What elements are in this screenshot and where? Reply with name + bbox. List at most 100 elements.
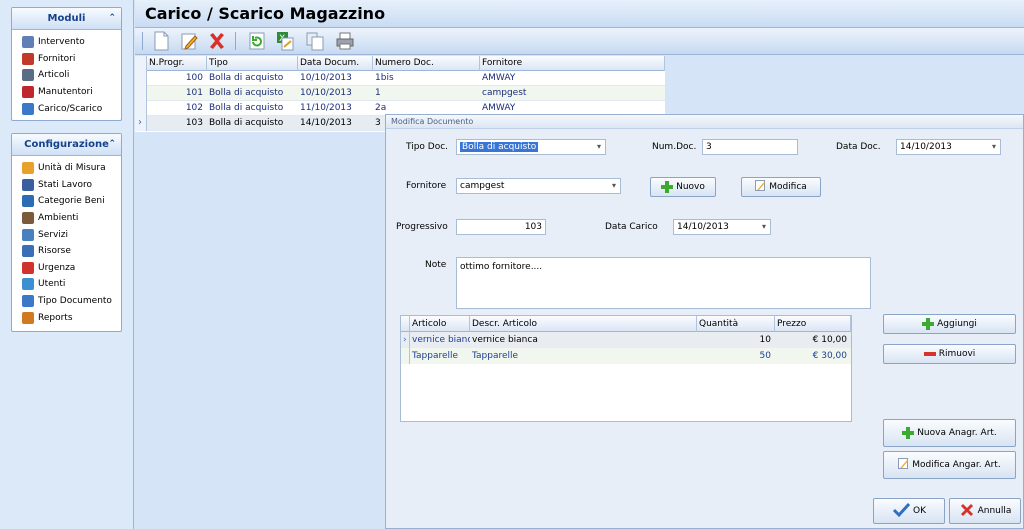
row-selector[interactable] [401,348,410,364]
annulla-button[interactable]: Annulla [949,498,1021,524]
truck-icon [22,102,34,115]
nuova-anagr-art-button[interactable]: Nuova Anagr. Art. [883,419,1016,447]
column-header-descr-articolo[interactable]: Descr. Articolo [470,316,697,332]
sidebar-item-tipo-documento[interactable]: Tipo Documento [12,293,121,310]
cell-articolo: Tapparelle [412,351,459,361]
sidebar-item-categorie-beni[interactable]: Categorie Beni [12,193,121,210]
column-header-tipo[interactable]: Tipo [207,56,298,71]
moduli-panel-header[interactable]: Moduli ⌃ [12,8,121,30]
fornitore-select[interactable]: campgest [456,178,621,194]
modifica-fornitore-button[interactable]: Modifica [741,177,821,197]
alarm-clock-icon [22,261,34,274]
moduli-panel: Moduli ⌃ Intervento Fornitori Articoli Manu… [11,7,122,121]
nuovo-fornitore-button[interactable]: Nuovo [650,177,716,197]
cell-nprogr: 102 [185,103,203,113]
tipo-doc-label: Tipo Doc. [406,142,449,152]
note-textarea[interactable]: ottimo fornitore.... [456,257,871,309]
sidebar-item-label: Utenti [38,279,66,290]
data-carico-picker[interactable]: 14/10/2013 [673,219,771,235]
sidebar-item-articoli[interactable]: Articoli [12,67,121,84]
tipo-doc-select[interactable]: Bolla di acquisto [456,139,606,155]
table-row[interactable]: 100 Bolla di acquisto 10/10/2013 1bis AMWAY [135,71,665,86]
data-doc-label: Data Doc. [836,142,881,152]
column-header-nprogr[interactable]: N.Progr. [147,56,207,71]
sidebar-item-stati-lavoro[interactable]: Stati Lavoro [12,177,121,194]
row-selector[interactable]: › [401,332,410,348]
modifica-anagr-art-button[interactable]: Modifica Angar. Art. [883,451,1016,479]
cell-tipo: Bolla di acquisto [209,73,284,83]
sidebar-item-unit-di-misura[interactable]: Unità di Misura [12,160,121,177]
page-title: Carico / Scarico Magazzino [145,4,386,23]
excel-export-icon[interactable]: X [275,31,295,51]
sidebar-item-manutentori[interactable]: Manutentori [12,84,121,101]
column-header-articolo[interactable]: Articolo [410,316,470,332]
sidebar-item-servizi[interactable]: Servizi [12,226,121,243]
sidebar-item-risorse[interactable]: Risorse [12,243,121,260]
nuovo-label: Nuovo [676,182,705,192]
progressivo-label: Progressivo [396,222,448,232]
modifica-label: Modifica [769,182,807,192]
aggiungi-label: Aggiungi [937,319,977,329]
column-header-prezzo[interactable]: Prezzo [775,316,851,332]
toolbox-icon [22,86,34,99]
edit-icon[interactable] [179,31,199,51]
copy-icon[interactable] [305,31,325,51]
dialog-title: Modifica Documento [386,115,1023,129]
sidebar-item-carico-scarico[interactable]: Carico/Scarico [12,100,121,117]
cancel-x-icon [959,502,975,521]
sidebar-item-label: Risorse [38,246,71,257]
num-doc-label: Num.Doc. [652,142,697,152]
user-icon [22,278,34,291]
aggiungi-button[interactable]: Aggiungi [883,314,1016,334]
users-icon [22,245,34,258]
cell-numero-doc: 1bis [375,73,394,83]
configurazione-panel-header[interactable]: Configurazione ⌃ [12,134,121,156]
print-icon[interactable] [335,31,355,51]
row-selector[interactable] [135,86,147,101]
sidebar-item-urgenza[interactable]: Urgenza [12,260,121,277]
nuova-anagr-label: Nuova Anagr. Art. [917,428,997,438]
modifica-documento-dialog: Modifica Documento Tipo Doc. Bolla di ac… [385,114,1024,529]
collapse-chevron-icon[interactable]: ⌃ [108,13,116,23]
rooms-icon [22,212,34,225]
sidebar-item-utenti[interactable]: Utenti [12,276,121,293]
row-selector[interactable] [135,71,147,86]
num-doc-field[interactable]: 3 [702,139,798,155]
sidebar-item-reports[interactable]: Reports [12,309,121,326]
detail-row[interactable]: Tapparelle Tapparelle 50 € 30,00 [401,348,851,364]
ok-button[interactable]: OK [873,498,945,524]
moduli-title: Moduli [47,13,86,24]
collapse-chevron-icon[interactable]: ⌃ [108,139,116,149]
configurazione-list: Unità di Misura Stati Lavoro Categorie Ben… [12,156,121,326]
minus-icon [923,352,936,356]
sidebar-item-ambienti[interactable]: Ambienti [12,210,121,227]
new-document-icon[interactable] [151,31,171,51]
sidebar-item-label: Tipo Documento [38,296,112,307]
configurazione-title: Configurazione [24,139,109,150]
cell-quantita: 10 [759,335,771,345]
column-header-fornitore[interactable]: Fornitore [480,56,665,71]
cell-data-docum: 14/10/2013 [300,118,352,128]
data-carico-label: Data Carico [605,222,658,232]
table-row[interactable]: 101 Bolla di acquisto 10/10/2013 1 campgest [135,86,665,101]
column-header-quantita[interactable]: Quantità [697,316,775,332]
data-doc-picker[interactable]: 14/10/2013 [896,139,1001,155]
rimuovi-button[interactable]: Rimuovi [883,344,1016,364]
sidebar-item-label: Urgenza [38,262,76,273]
moduli-list: Intervento Fornitori Articoli Manutentori Ca… [12,30,121,117]
column-header-data-docum[interactable]: Data Docum. [298,56,373,71]
progressivo-field[interactable]: 103 [456,219,546,235]
column-header-numero-doc[interactable]: Numero Doc. [373,56,480,71]
row-selector[interactable] [135,101,147,116]
toolbar-separator [142,32,143,50]
grid-header-row: N.Progr. Tipo Data Docum. Numero Doc. Fo… [135,56,665,71]
sidebar-item-intervento[interactable]: Intervento [12,34,121,51]
wrench-screwdriver-icon [22,36,34,49]
cell-tipo: Bolla di acquisto [209,118,284,128]
sidebar-item-fornitori[interactable]: Fornitori [12,51,121,68]
detail-row[interactable]: › vernice bianc vernice bianca 10 € 10,00 [401,332,851,348]
note-label: Note [425,260,447,270]
row-selector[interactable]: › [135,116,147,131]
refresh-icon[interactable] [247,31,267,51]
delete-icon[interactable] [207,31,227,51]
